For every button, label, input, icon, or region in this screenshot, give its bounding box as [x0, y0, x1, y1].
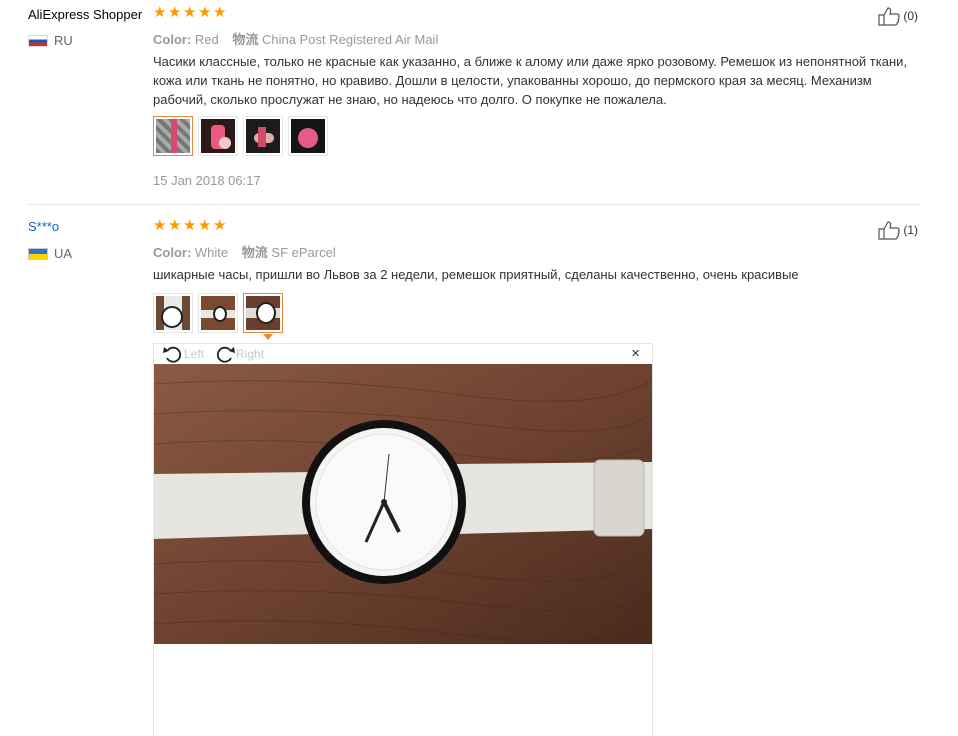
review-photo-thumb[interactable]	[243, 293, 283, 333]
rotate-right-icon	[216, 346, 236, 363]
watch-photo	[154, 364, 652, 644]
review-photo-thumb[interactable]	[243, 116, 283, 156]
star-icon: ★	[213, 217, 227, 234]
star-icon: ★	[153, 217, 167, 234]
star-icon: ★	[183, 217, 197, 234]
thumbs-up-icon	[878, 221, 900, 240]
viewer-toolbar: Left Right	[162, 344, 274, 364]
star-icon: ★	[198, 4, 212, 21]
review-text: Часики классные, только не красные как у…	[153, 54, 908, 107]
rotate-left-label: Left	[184, 347, 205, 361]
review-photo-large	[154, 364, 652, 644]
review-photos	[153, 116, 328, 156]
logistics-value: China Post Registered Air Mail	[262, 32, 439, 47]
like-button[interactable]: (0)	[877, 6, 918, 26]
order-attributes: Color: White 物流 SF eParcel	[153, 242, 346, 261]
color-value: Red	[194, 32, 219, 47]
country-code: RU	[54, 33, 73, 48]
color-label: Color:	[153, 32, 192, 47]
russia-flag-icon	[28, 34, 48, 47]
close-icon[interactable]: ×	[631, 346, 640, 362]
ukraine-flag-icon	[28, 247, 48, 260]
like-count: (0)	[903, 9, 918, 23]
thumbs-up-icon	[878, 7, 900, 26]
review-photo-thumb[interactable]	[198, 293, 238, 333]
rotate-right-button[interactable]: Right	[214, 344, 264, 364]
color-label: Color:	[153, 245, 192, 260]
rotate-right-label: Right	[236, 347, 265, 361]
reviewer-country: UA	[28, 246, 72, 261]
review-text: шикарные часы, пришли во Львов за 2 неде…	[153, 267, 799, 282]
review-photos	[153, 293, 283, 333]
rotate-left-icon	[163, 346, 182, 363]
star-icon: ★	[168, 4, 182, 21]
star-icon: ★	[183, 4, 197, 21]
rotate-left-button[interactable]: Left	[162, 344, 204, 364]
star-icon: ★	[213, 4, 227, 21]
review-photo-thumb[interactable]	[288, 116, 328, 156]
viewer-pointer	[263, 334, 273, 340]
review-date: 15 Jan 2018 06:17	[153, 173, 261, 188]
review-divider	[28, 204, 920, 205]
reviewer-name[interactable]: S***o	[28, 219, 59, 234]
rating-stars: ★ ★ ★ ★ ★	[153, 4, 227, 21]
star-icon: ★	[153, 4, 167, 21]
color-value: White	[194, 245, 229, 260]
review-photo-thumb[interactable]	[153, 293, 193, 333]
photo-viewer: Left Right ×	[153, 343, 653, 736]
review-photo-thumb[interactable]	[153, 116, 193, 156]
country-code: UA	[54, 246, 73, 261]
logistics-value: SF eParcel	[271, 245, 336, 260]
logistics-label: 物流	[232, 32, 259, 47]
like-count: (1)	[903, 223, 918, 237]
reviewer-name[interactable]: AliExpress Shopper	[28, 7, 142, 22]
order-attributes: Color: Red 物流 China Post Registered Air …	[153, 29, 448, 48]
logistics-label: 物流	[241, 245, 268, 260]
star-icon: ★	[198, 217, 212, 234]
rating-stars: ★ ★ ★ ★ ★	[153, 217, 227, 234]
review-photo-thumb[interactable]	[198, 116, 238, 156]
star-icon: ★	[168, 217, 182, 234]
reviewer-country: RU	[28, 33, 73, 48]
like-button[interactable]: (1)	[877, 220, 918, 240]
